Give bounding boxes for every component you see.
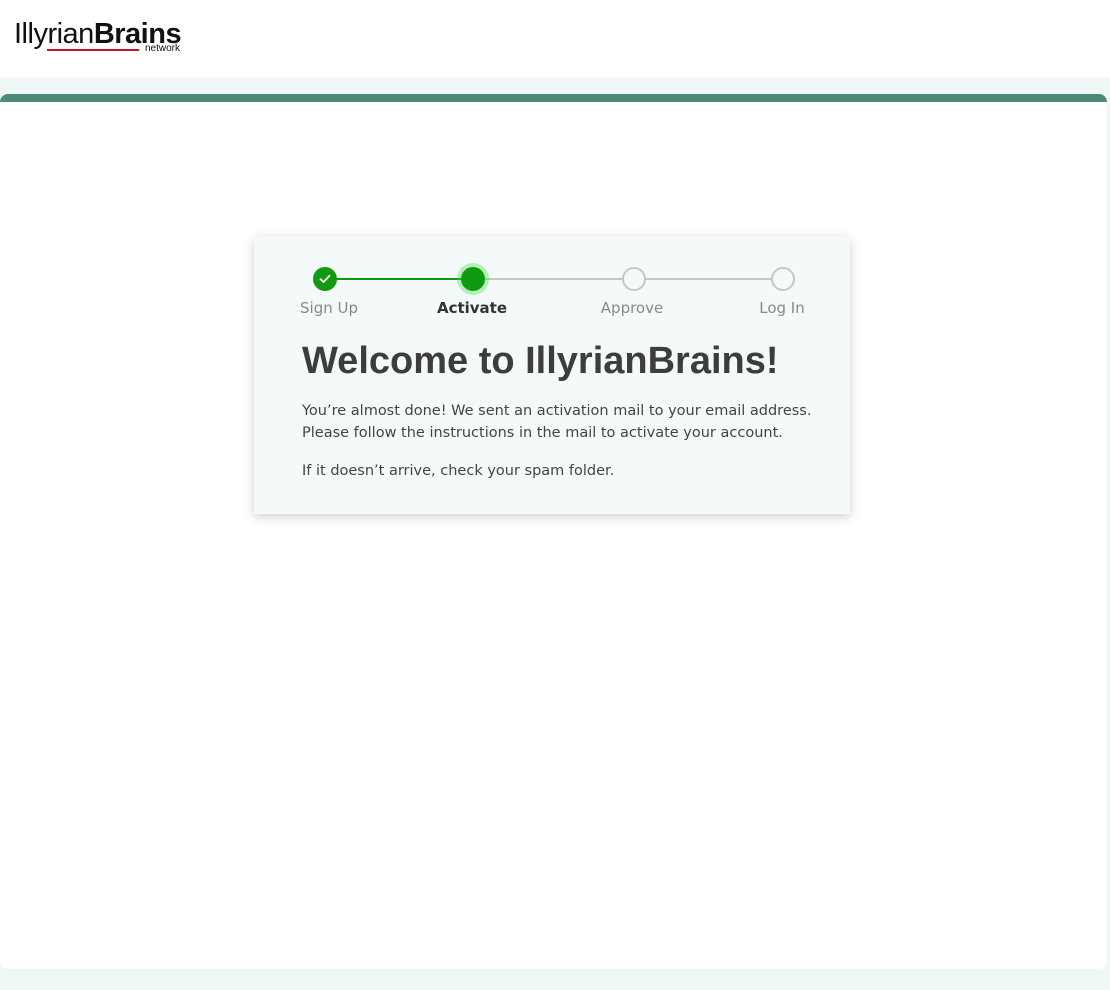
progress-stepper: Sign Up Activate Approve Log In	[254, 236, 850, 336]
step-connector-2	[485, 278, 624, 280]
activation-message: You’re almost done! We sent an activatio…	[302, 403, 812, 441]
spam-folder-hint: If it doesn’t arrive, check your spam fo…	[302, 463, 615, 479]
step-connector-1	[336, 278, 473, 280]
step-connector-3	[634, 278, 773, 280]
step-signup-dot	[313, 267, 337, 291]
step-login-dot	[771, 267, 795, 291]
logo-text-light: Illyrian	[14, 18, 94, 50]
footer-strip	[0, 969, 1110, 990]
top-bar: IllyrianBrains network	[0, 0, 1110, 78]
step-label-approve: Approve	[600, 299, 664, 317]
step-label-login: Log In	[759, 299, 805, 317]
main-panel: Sign Up Activate Approve Log In Welcome …	[0, 94, 1107, 969]
step-approve-dot	[622, 267, 646, 291]
step-label-activate: Activate	[436, 299, 508, 317]
activation-card: Sign Up Activate Approve Log In Welcome …	[254, 236, 850, 514]
brand-logo[interactable]: IllyrianBrains network	[14, 16, 194, 56]
logo-underline	[47, 49, 139, 51]
page-title: Welcome to IllyrianBrains!	[302, 340, 779, 382]
logo-subtitle: network	[145, 43, 181, 54]
check-icon	[319, 274, 331, 284]
step-label-signup: Sign Up	[300, 299, 358, 317]
step-activate-dot	[461, 267, 485, 291]
